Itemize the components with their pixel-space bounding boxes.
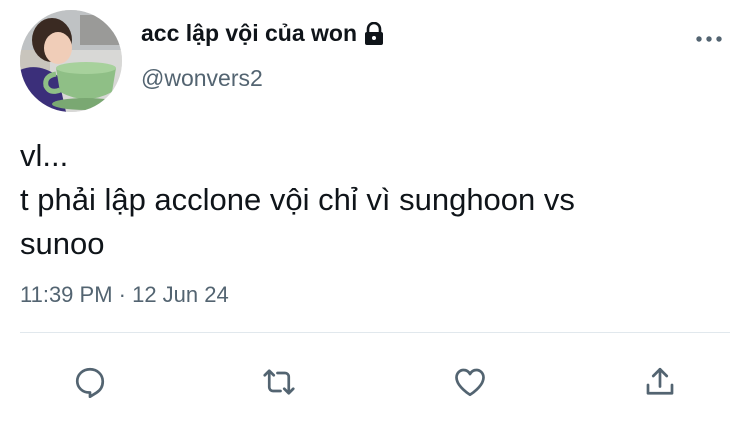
tweet-text: vl... t phải lập acclone vội chỉ vì sung… — [20, 134, 720, 266]
tweet-text-line: vl... — [20, 138, 69, 173]
divider — [20, 332, 730, 333]
display-name[interactable]: acc lập vội của won — [141, 20, 384, 47]
reply-button[interactable] — [70, 362, 110, 402]
tweet-timestamp[interactable]: 11:39 PM · 12 Jun 24 — [20, 282, 229, 308]
reply-icon — [75, 367, 105, 399]
user-handle[interactable]: @wonvers2 — [141, 65, 263, 92]
display-name-text: acc lập vội của won — [141, 20, 358, 46]
like-button[interactable] — [450, 362, 490, 402]
tweet-text-line: t phải lập acclone vội chỉ vì sunghoon v… — [20, 182, 575, 217]
retweet-button[interactable] — [259, 362, 299, 402]
tweet-card: acc lập vội của won @wonvers2 vl... t ph… — [0, 0, 750, 423]
share-button[interactable] — [640, 362, 680, 402]
avatar-image — [20, 10, 122, 112]
share-icon — [646, 367, 674, 395]
avatar[interactable] — [20, 10, 122, 112]
tweet-text-line: sunoo — [20, 226, 105, 261]
lock-icon — [364, 21, 384, 46]
retweet-icon — [263, 369, 295, 395]
more-options-icon[interactable] — [694, 31, 724, 47]
like-icon — [455, 368, 485, 397]
